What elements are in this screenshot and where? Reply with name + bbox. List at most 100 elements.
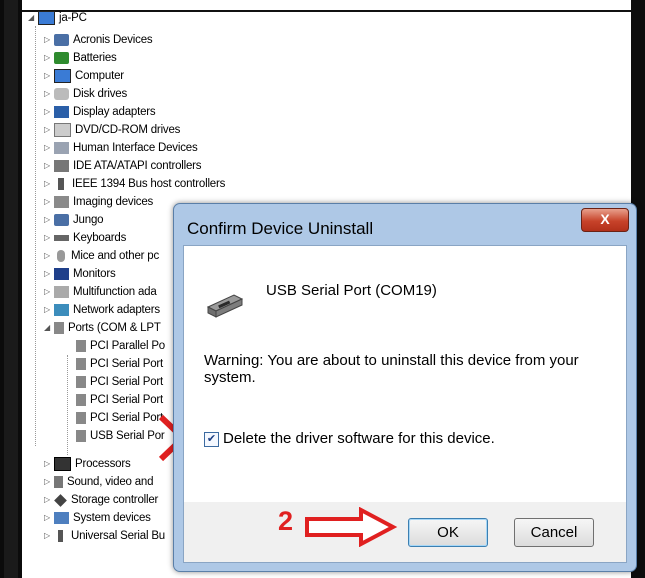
top-dark-edge xyxy=(22,0,645,12)
usb-icon xyxy=(58,530,63,542)
network-icon xyxy=(54,304,69,316)
tree-item-mice[interactable]: ▷ Mice and other pc xyxy=(42,247,159,265)
collapse-arrow-icon[interactable]: ◢ xyxy=(42,319,52,337)
expand-arrow-icon[interactable]: ▷ xyxy=(42,247,52,265)
collapse-arrow-icon[interactable]: ◢ xyxy=(26,9,36,27)
tree-item-label: Universal Serial Bu xyxy=(71,530,165,542)
multifunction-icon xyxy=(54,286,69,298)
tree-item-label: Display adapters xyxy=(73,106,156,118)
sound-icon xyxy=(54,476,63,488)
computer-icon xyxy=(54,69,71,83)
firewire-icon xyxy=(58,178,64,190)
tree-item-network[interactable]: ▷ Network adapters xyxy=(42,301,160,319)
tree-item-keyboards[interactable]: ▷ Keyboards xyxy=(42,229,126,247)
hid-icon xyxy=(54,142,69,154)
dialog-footer: OK Cancel xyxy=(183,502,627,563)
close-button[interactable]: X xyxy=(581,208,629,232)
tree-item-label: PCI Parallel Po xyxy=(90,340,165,352)
tree-item-pci-serial-3[interactable]: PCI Serial Port xyxy=(74,391,163,409)
dvd-icon xyxy=(54,123,71,137)
tree-item-pci-serial-4[interactable]: PCI Serial Port xyxy=(74,409,163,427)
expand-arrow-icon[interactable]: ▷ xyxy=(42,31,52,49)
confirm-uninstall-dialog: Confirm Device Uninstall X USB Serial Po… xyxy=(173,203,637,572)
step-number-annotation: 2 xyxy=(278,506,294,536)
expand-arrow-icon[interactable]: ▷ xyxy=(42,67,52,85)
tree-item-multifunction[interactable]: ▷ Multifunction ada xyxy=(42,283,157,301)
tree-item-label: PCI Serial Port xyxy=(90,412,164,424)
expand-arrow-icon[interactable]: ▷ xyxy=(42,85,52,103)
delete-driver-checkbox[interactable]: ✔ xyxy=(204,432,219,447)
imaging-icon xyxy=(54,196,69,208)
expand-arrow-icon[interactable]: ▷ xyxy=(42,527,52,545)
tree-root[interactable]: ◢ ja-PC xyxy=(26,9,87,27)
tree-item-sound[interactable]: ▷ Sound, video and xyxy=(42,473,154,491)
tree-item-hid[interactable]: ▷ Human Interface Devices xyxy=(42,139,198,157)
tree-item-pci-serial-2[interactable]: PCI Serial Port xyxy=(74,373,163,391)
expand-arrow-icon[interactable]: ▷ xyxy=(42,103,52,121)
expand-arrow-icon[interactable]: ▷ xyxy=(42,157,52,175)
expand-arrow-icon[interactable]: ▷ xyxy=(42,473,52,491)
tree-item-label: Processors xyxy=(75,458,131,470)
tree-item-label: Ports (COM & LPT xyxy=(68,322,161,334)
tree-item-system[interactable]: ▷ System devices xyxy=(42,509,151,527)
device-icon xyxy=(54,214,69,226)
tree-item-label: Multifunction ada xyxy=(73,286,157,298)
tree-item-label: System devices xyxy=(73,512,151,524)
cancel-button[interactable]: Cancel xyxy=(514,518,594,547)
tree-item-batteries[interactable]: ▷ Batteries xyxy=(42,49,117,67)
expand-arrow-icon[interactable]: ▷ xyxy=(42,139,52,157)
tree-item-dvd[interactable]: ▷ DVD/CD-ROM drives xyxy=(42,121,180,139)
tree-item-monitors[interactable]: ▷ Monitors xyxy=(42,265,116,283)
tree-item-storage[interactable]: ▷ Storage controller xyxy=(42,491,158,509)
tree-item-acronis[interactable]: ▷ Acronis Devices xyxy=(42,31,153,49)
tree-item-label: PCI Serial Port xyxy=(90,358,164,370)
port-icon xyxy=(76,376,86,388)
tree-item-ieee1394[interactable]: ▷ IEEE 1394 Bus host controllers xyxy=(42,175,225,193)
expand-arrow-icon[interactable]: ▷ xyxy=(42,121,52,139)
delete-driver-label[interactable]: Delete the driver software for this devi… xyxy=(223,430,495,447)
expand-arrow-icon[interactable]: ▷ xyxy=(42,49,52,67)
tree-item-label: Monitors xyxy=(73,268,116,280)
tree-item-label: IDE ATA/ATAPI controllers xyxy=(73,160,202,172)
expand-arrow-icon[interactable]: ▷ xyxy=(42,175,52,193)
expand-arrow-icon[interactable]: ▷ xyxy=(42,491,52,509)
tree-item-usb[interactable]: ▷ Universal Serial Bu xyxy=(42,527,165,545)
tree-item-jungo[interactable]: ▷ Jungo xyxy=(42,211,104,229)
tree-item-label: DVD/CD-ROM drives xyxy=(75,124,181,136)
expand-arrow-icon[interactable]: ▷ xyxy=(42,509,52,527)
tree-item-label: USB Serial Por xyxy=(90,430,165,442)
tree-item-ports[interactable]: ◢ Ports (COM & LPT xyxy=(42,319,161,337)
battery-icon xyxy=(54,52,69,64)
port-icon xyxy=(76,394,86,406)
ok-button[interactable]: OK xyxy=(408,518,488,547)
tree-item-ide[interactable]: ▷ IDE ATA/ATAPI controllers xyxy=(42,157,202,175)
expand-arrow-icon[interactable]: ▷ xyxy=(42,265,52,283)
left-dark-edge xyxy=(0,0,22,578)
mouse-icon xyxy=(57,250,65,262)
expand-arrow-icon[interactable]: ▷ xyxy=(42,301,52,319)
tree-item-computer[interactable]: ▷ Computer xyxy=(42,67,124,85)
dialog-body: USB Serial Port (COM19) Warning: You are… xyxy=(183,245,627,504)
tree-item-pci-serial-1[interactable]: PCI Serial Port xyxy=(74,355,163,373)
port-icon xyxy=(54,322,64,334)
tree-item-label: Acronis Devices xyxy=(73,34,153,46)
dialog-title: Confirm Device Uninstall xyxy=(187,219,374,238)
expand-arrow-icon[interactable]: ▷ xyxy=(42,455,52,473)
expand-arrow-icon[interactable]: ▷ xyxy=(42,193,52,211)
tree-item-usb-serial[interactable]: USB Serial Por xyxy=(74,427,165,445)
tree-item-display-adapters[interactable]: ▷ Display adapters xyxy=(42,103,156,121)
tree-item-processors[interactable]: ▷ Processors xyxy=(42,455,131,473)
storage-icon xyxy=(54,493,67,507)
tree-item-pci-parallel[interactable]: PCI Parallel Po xyxy=(74,337,165,355)
tree-item-label: Storage controller xyxy=(71,494,159,506)
ide-icon xyxy=(54,160,69,172)
tree-item-label: Jungo xyxy=(73,214,104,226)
expand-arrow-icon[interactable]: ▷ xyxy=(42,283,52,301)
device-icon xyxy=(54,34,69,46)
tree-item-imaging[interactable]: ▷ Imaging devices xyxy=(42,193,153,211)
expand-arrow-icon[interactable]: ▷ xyxy=(42,229,52,247)
expand-arrow-icon[interactable]: ▷ xyxy=(42,211,52,229)
tree-item-label: PCI Serial Port xyxy=(90,394,164,406)
tree-item-disk-drives[interactable]: ▷ Disk drives xyxy=(42,85,127,103)
tree-item-label: Batteries xyxy=(73,52,117,64)
